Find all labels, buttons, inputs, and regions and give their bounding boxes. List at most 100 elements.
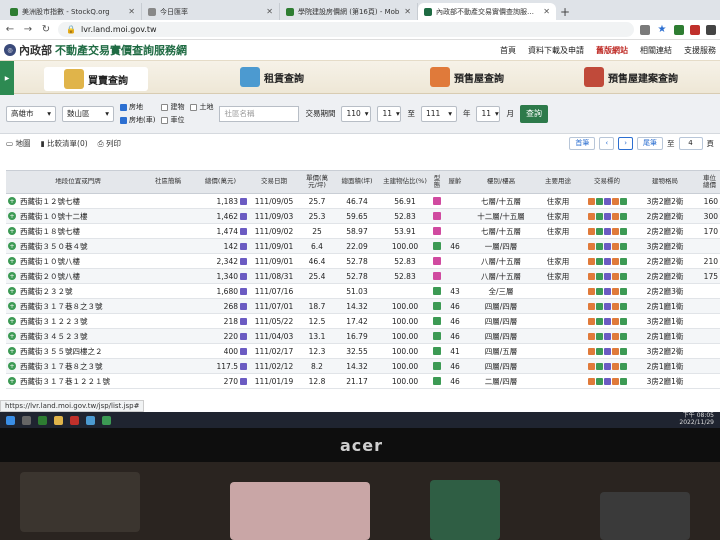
- col-use[interactable]: 主要用途: [536, 178, 580, 185]
- search-button[interactable]: 查詢: [519, 104, 548, 123]
- close-icon[interactable]: ✕: [404, 7, 411, 16]
- col-address[interactable]: 地段位置或門牌: [18, 178, 138, 185]
- expand-icon[interactable]: +: [8, 257, 16, 265]
- nav-links[interactable]: 相關連結: [640, 45, 672, 56]
- table-row[interactable]: + 西藏街３１７巷１２２１號 270 111/01/19 12.8 21.17 100.00…: [6, 374, 720, 389]
- col-parking-price[interactable]: 車位總價: [696, 174, 718, 189]
- price-detail-cell[interactable]: [238, 332, 248, 340]
- col-target[interactable]: 交易標的: [580, 178, 634, 185]
- url-field[interactable]: 🔒 lvr.land.moi.gov.tw: [58, 22, 634, 37]
- expand-icon[interactable]: +: [8, 227, 16, 235]
- expand-cell[interactable]: +: [6, 287, 18, 295]
- expand-cell[interactable]: +: [6, 212, 18, 220]
- close-icon[interactable]: ✕: [543, 7, 550, 16]
- folder-icon[interactable]: [54, 415, 63, 425]
- table-row[interactable]: + 西藏街３４５２３號 220 111/04/03 13.1 16.79 100.00 46 四…: [6, 329, 720, 344]
- col-community[interactable]: 社區簡稱: [138, 178, 198, 185]
- expand-cell[interactable]: +: [6, 362, 18, 370]
- last-page-button[interactable]: 尾筆: [637, 136, 663, 150]
- expand-icon[interactable]: +: [8, 302, 16, 310]
- expand-cell[interactable]: +: [6, 272, 18, 280]
- expand-cell[interactable]: +: [6, 242, 18, 250]
- price-detail-cell[interactable]: [238, 302, 248, 310]
- close-icon[interactable]: ✕: [266, 7, 273, 16]
- expand-icon[interactable]: +: [8, 272, 16, 280]
- col-area[interactable]: 總面積(坪): [334, 178, 380, 185]
- tab-rent-query[interactable]: 租賃查詢: [240, 67, 304, 87]
- col-main-ratio[interactable]: 主建物佔比(%): [380, 178, 430, 185]
- address-cell[interactable]: 西藏街１０號八樓: [18, 256, 138, 267]
- table-row[interactable]: + 西藏街３１７巷８之３號 117.5 111/02/12 8.2 14.32 100.00…: [6, 359, 720, 374]
- prev-page-button[interactable]: ‹: [599, 136, 615, 150]
- col-type[interactable]: 型態: [430, 174, 444, 189]
- type-land[interactable]: 土地: [190, 102, 213, 112]
- address-cell[interactable]: 西藏街３１２２３號: [18, 316, 138, 327]
- price-detail-icon[interactable]: [239, 362, 247, 370]
- price-detail-cell[interactable]: [238, 317, 248, 325]
- site-logo[interactable]: ◎ 內政部 不動產交易實價查詢服務網: [4, 42, 187, 58]
- expand-icon[interactable]: +: [8, 317, 16, 325]
- expand-cell[interactable]: +: [6, 347, 18, 355]
- expand-icon[interactable]: +: [8, 377, 16, 385]
- share-icon[interactable]: [640, 24, 650, 35]
- col-layout[interactable]: 建物格局: [634, 178, 696, 185]
- extension-icon[interactable]: [674, 24, 684, 35]
- system-clock[interactable]: 下午 08:05 2022/11/29: [679, 413, 720, 426]
- address-cell[interactable]: 西藏街１０號十二樓: [18, 211, 138, 222]
- expand-icon[interactable]: +: [8, 362, 16, 370]
- table-row[interactable]: + 西藏街２０號八樓 1,340 111/08/31 25.4 52.78 52.83 八層/…: [6, 269, 720, 284]
- type-house-land[interactable]: 房地: [120, 102, 155, 112]
- page-number-input[interactable]: 4: [678, 136, 703, 150]
- table-row[interactable]: + 西藏街３１７巷８之３號 268 111/07/01 18.7 14.32 100.00 4…: [6, 299, 720, 314]
- tab-stockq[interactable]: 美洲股市指數 - StockQ.org ✕: [4, 3, 142, 20]
- district-select[interactable]: 鼓山區 ▾: [62, 105, 114, 122]
- expand-cell[interactable]: +: [6, 377, 18, 385]
- nav-home[interactable]: 首頁: [500, 45, 516, 56]
- address-cell[interactable]: 西藏街１２號七樓: [18, 196, 138, 207]
- reload-icon[interactable]: ↻: [40, 24, 52, 35]
- next-page-button[interactable]: ›: [618, 136, 633, 150]
- expand-cell[interactable]: +: [6, 227, 18, 235]
- tab-exchange-rate[interactable]: 今日匯率 ✕: [142, 3, 280, 20]
- from-year-select[interactable]: 110 ▾: [341, 105, 372, 122]
- to-month-select[interactable]: 11 ▾: [476, 105, 501, 122]
- extensions-puzzle-icon[interactable]: [706, 24, 716, 35]
- chrome-icon[interactable]: [86, 415, 95, 425]
- compare-list-button[interactable]: ▮ 比較清單(0): [40, 138, 87, 149]
- table-row[interactable]: + 西藏街１０號十二樓 1,462 111/09/03 25.3 59.65 52.83 十二…: [6, 209, 720, 224]
- address-cell[interactable]: 西藏街１８號七樓: [18, 226, 138, 237]
- price-detail-icon[interactable]: [239, 302, 247, 310]
- col-age[interactable]: 屋齡: [444, 178, 466, 185]
- price-detail-icon[interactable]: [239, 287, 247, 295]
- price-detail-icon[interactable]: [239, 347, 247, 355]
- price-detail-cell[interactable]: [238, 212, 248, 220]
- expand-cell[interactable]: +: [6, 332, 18, 340]
- start-icon[interactable]: [6, 415, 15, 425]
- edge-icon[interactable]: [38, 415, 47, 425]
- price-detail-cell[interactable]: [238, 287, 248, 295]
- table-row[interactable]: + 西藏街３５０巷４號 142 111/09/01 6.4 22.09 100.00 46 一層…: [6, 239, 720, 254]
- price-detail-icon[interactable]: [239, 242, 247, 250]
- first-page-button[interactable]: 首筆: [569, 136, 596, 150]
- col-unit-price[interactable]: 單價(萬元/坪): [300, 174, 334, 189]
- checkbox[interactable]: [190, 103, 198, 111]
- price-detail-cell[interactable]: [238, 272, 248, 280]
- table-row[interactable]: + 西藏街１８號七樓 1,474 111/09/02 25 58.97 53.91 七層/十五…: [6, 224, 720, 239]
- back-icon[interactable]: ←: [4, 24, 16, 35]
- app-icon[interactable]: [70, 415, 79, 425]
- address-cell[interactable]: 西藏街３１７巷８之３號: [18, 361, 138, 372]
- tab-presale-project-query[interactable]: 預售屋建案查詢: [584, 67, 678, 87]
- expand-cell[interactable]: +: [6, 257, 18, 265]
- expand-icon[interactable]: +: [8, 287, 16, 295]
- checkbox[interactable]: [161, 116, 169, 124]
- address-cell[interactable]: 西藏街３５５號四樓之２: [18, 346, 138, 357]
- col-date[interactable]: 交易日期: [248, 178, 300, 185]
- col-floor[interactable]: 樓別/樓高: [466, 178, 536, 185]
- price-detail-cell[interactable]: [238, 347, 248, 355]
- expand-cell[interactable]: +: [6, 302, 18, 310]
- nav-download[interactable]: 資料下載及申請: [528, 45, 584, 56]
- price-detail-icon[interactable]: [239, 377, 247, 385]
- nav-support[interactable]: 支援服務: [684, 45, 716, 56]
- table-row[interactable]: + 西藏街３５５號四樓之２ 400 111/02/17 12.3 32.55 100.00 4…: [6, 344, 720, 359]
- price-detail-cell[interactable]: [238, 377, 248, 385]
